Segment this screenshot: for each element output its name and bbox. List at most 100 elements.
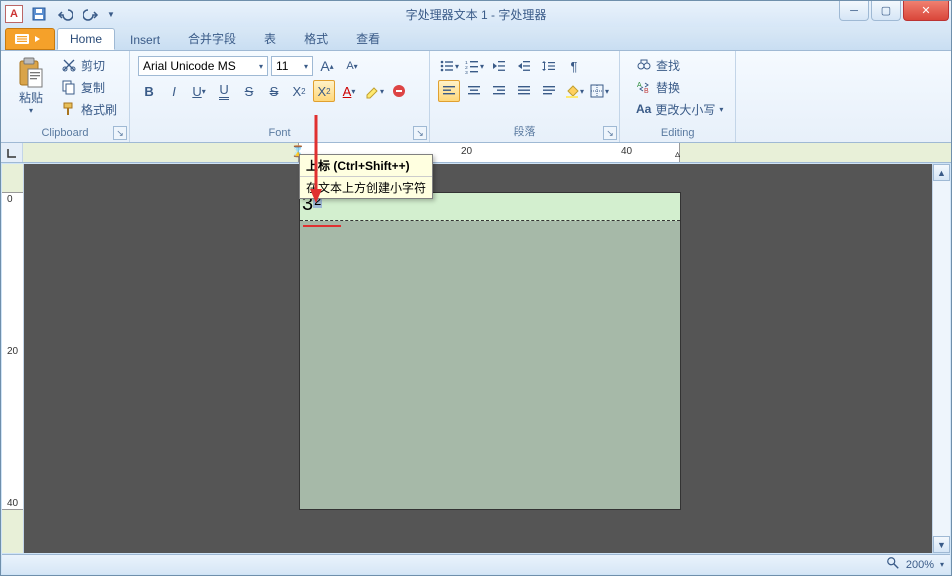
undo-button[interactable]: [55, 4, 75, 24]
document-canvas[interactable]: 32: [24, 164, 932, 553]
close-button[interactable]: ✕: [903, 1, 949, 21]
scissors-icon: [61, 57, 77, 73]
chevron-down-icon: ▾: [29, 106, 33, 115]
file-menu-button[interactable]: [5, 28, 55, 50]
highlighter-icon: [364, 83, 380, 99]
font-launcher[interactable]: ↘: [413, 126, 427, 140]
superscript-button[interactable]: X2: [313, 80, 335, 102]
chevron-down-icon: ▾: [304, 62, 308, 71]
find-button[interactable]: 查找: [632, 55, 727, 75]
tab-format[interactable]: 格式: [291, 26, 341, 50]
copy-label: 复制: [81, 79, 105, 96]
redo-button[interactable]: [81, 4, 101, 24]
page[interactable]: 32: [299, 192, 681, 510]
ruler-right-margin-icon[interactable]: ▵: [675, 149, 680, 160]
numbering-button[interactable]: 123▾: [463, 55, 485, 77]
ribbon: 粘贴 ▾ 剪切 复制 格式刷: [1, 51, 951, 143]
numbering-icon: 123: [464, 58, 480, 74]
scroll-track[interactable]: [933, 181, 950, 536]
redo-icon: [83, 6, 99, 22]
save-button[interactable]: [29, 4, 49, 24]
tab-merge-fields[interactable]: 合并字段: [175, 26, 249, 50]
paragraph-launcher[interactable]: ↘: [603, 126, 617, 140]
annotation-underline: [303, 225, 341, 227]
show-marks-button[interactable]: ¶: [563, 55, 585, 77]
app-icon[interactable]: A: [5, 5, 23, 23]
font-name-combo[interactable]: Arial Unicode MS ▾: [138, 56, 268, 76]
replace-icon: AB: [636, 79, 652, 95]
zoom-icon[interactable]: [886, 556, 900, 573]
tab-insert[interactable]: Insert: [117, 29, 173, 50]
grow-font-button[interactable]: A▴: [316, 55, 338, 77]
zoom-dropdown-icon[interactable]: ▾: [940, 560, 944, 569]
vertical-scrollbar[interactable]: ▲ ▼: [932, 164, 950, 553]
workspace: 0 20 40 32 ▲ ▼: [2, 164, 950, 553]
underline-button[interactable]: U▾: [188, 80, 210, 102]
maximize-button[interactable]: ▢: [871, 1, 901, 21]
shrink-font-button[interactable]: A▾: [341, 55, 363, 77]
distribute-button[interactable]: [538, 80, 560, 102]
svg-text:1: 1: [465, 60, 468, 66]
cut-button[interactable]: 剪切: [57, 55, 121, 75]
clear-formatting-button[interactable]: [388, 80, 410, 102]
tab-home[interactable]: Home: [57, 28, 115, 50]
increase-indent-button[interactable]: [513, 55, 535, 77]
scroll-up-button[interactable]: ▲: [933, 164, 950, 181]
replace-button[interactable]: AB 替换: [632, 77, 727, 97]
tooltip-body: 在文本上方创建小字符: [300, 177, 432, 198]
app-window: A ▼ 字处理器文本 1 - 字处理器 ─ ▢ ✕ Home Insert 合并…: [0, 0, 952, 576]
shading-button[interactable]: ▾: [563, 80, 585, 102]
group-paragraph-label: 段落: [438, 121, 611, 140]
group-editing-label: Editing: [628, 125, 727, 140]
file-menu-icon: [15, 33, 45, 45]
font-size-combo[interactable]: 11 ▾: [271, 56, 313, 76]
decrease-indent-button[interactable]: [488, 55, 510, 77]
paste-button[interactable]: 粘贴 ▾: [9, 55, 53, 117]
font-color-button[interactable]: A▾: [338, 80, 360, 102]
tab-selector-icon: [6, 147, 18, 159]
format-painter-label: 格式刷: [81, 101, 117, 118]
copy-button[interactable]: 复制: [57, 77, 121, 97]
vertical-ruler[interactable]: 0 20 40: [2, 164, 24, 553]
group-clipboard: 粘贴 ▾ 剪切 复制 格式刷: [1, 51, 130, 142]
strikethrough-button[interactable]: S: [238, 80, 260, 102]
align-right-button[interactable]: [488, 80, 510, 102]
scroll-down-button[interactable]: ▼: [933, 536, 950, 553]
tab-table[interactable]: 表: [251, 26, 289, 50]
double-underline-button[interactable]: U: [213, 80, 235, 102]
zoom-value[interactable]: 200%: [906, 559, 934, 571]
double-strikethrough-button[interactable]: S: [263, 80, 285, 102]
italic-button[interactable]: I: [163, 80, 185, 102]
binoculars-icon: [636, 57, 652, 73]
align-left-button[interactable]: [438, 80, 460, 102]
line-spacing-icon: [541, 58, 557, 74]
bullets-button[interactable]: ▾: [438, 55, 460, 77]
justify-button[interactable]: [513, 80, 535, 102]
ribbon-tabs: Home Insert 合并字段 表 格式 查看: [1, 27, 951, 51]
font-size-value: 11: [276, 59, 288, 73]
borders-button[interactable]: ▾: [588, 80, 610, 102]
ruler-tick: 40: [621, 146, 632, 157]
window-controls: ─ ▢ ✕: [837, 1, 949, 21]
qat-customize-icon[interactable]: ▼: [107, 10, 115, 19]
quick-access-toolbar: A ▼: [5, 4, 115, 24]
horizontal-ruler[interactable]: ⌛ 20 40 ▵: [23, 143, 951, 162]
chevron-down-icon: ▾: [719, 105, 723, 114]
ruler-corner[interactable]: [1, 143, 23, 162]
bold-button[interactable]: B: [138, 80, 160, 102]
subscript-button[interactable]: X2: [288, 80, 310, 102]
tooltip-title: 上标 (Ctrl+Shift++): [300, 155, 432, 177]
group-font: Arial Unicode MS ▾ 11 ▾ A▴ A▾ B I U▾ U S: [130, 51, 430, 142]
paste-label: 粘贴: [19, 89, 43, 106]
clipboard-launcher[interactable]: ↘: [113, 126, 127, 140]
change-case-button[interactable]: Aa 更改大小写 ▾: [632, 99, 727, 119]
format-painter-button[interactable]: 格式刷: [57, 99, 121, 119]
tab-view[interactable]: 查看: [343, 26, 393, 50]
cut-label: 剪切: [81, 57, 105, 74]
minimize-button[interactable]: ─: [839, 1, 869, 21]
align-center-button[interactable]: [463, 80, 485, 102]
highlight-button[interactable]: ▾: [363, 80, 385, 102]
outdent-icon: [491, 58, 507, 74]
magnifier-icon: [886, 556, 900, 570]
line-spacing-button[interactable]: [538, 55, 560, 77]
